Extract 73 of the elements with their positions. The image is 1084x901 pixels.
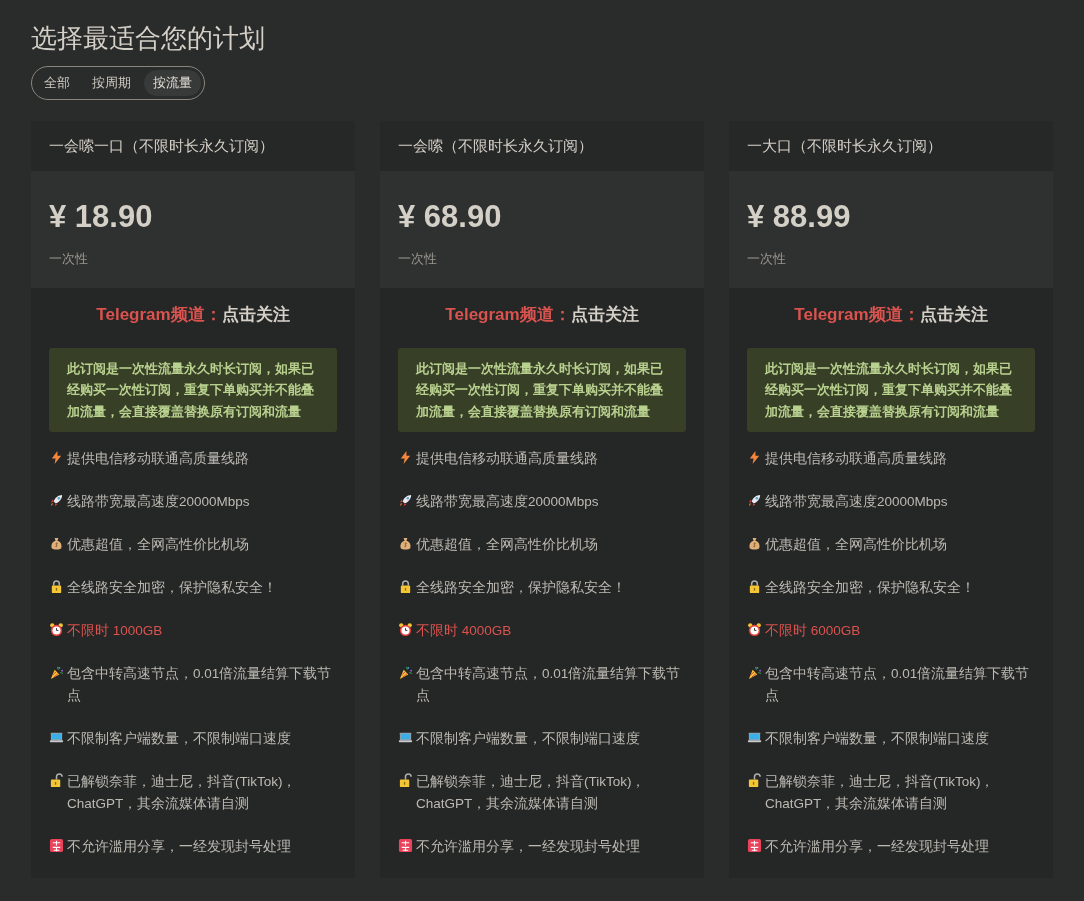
filter-tab[interactable]: 全部 [35, 70, 79, 96]
feature-text: 全线路安全加密，保护隐私安全！ [416, 579, 626, 597]
plan-name: 一会嗦（不限时长永久订阅） [398, 135, 593, 156]
feature-text: 全线路安全加密，保护隐私安全！ [67, 579, 277, 597]
page-title: 选择最适合您的计划 [31, 22, 266, 55]
plan-name: 一会嗦一口（不限时长永久订阅） [49, 135, 274, 156]
alarm-clock-icon [747, 622, 762, 637]
feature-text: 线路带宽最高速度20000Mbps [416, 493, 599, 511]
feature-text: 不限时 1000GB [67, 622, 163, 640]
party-popper-icon [747, 665, 762, 680]
feature-text: 不允许滥用分享，一经发现封号处理 [765, 838, 989, 856]
lock-icon [747, 579, 762, 594]
feature-text: 不限制客户端数量，不限制端口速度 [765, 730, 989, 748]
notice-box: 此订阅是一次性流量永久时长订阅，如果已经购买一次性订阅，重复下单购买并不能叠加流量，会直接覆盖替换原有订阅和流量 [398, 347, 686, 432]
rocket-icon [747, 493, 762, 508]
alarm-clock-icon [49, 622, 64, 637]
feature-text: 全线路安全加密，保护隐私安全！ [765, 579, 975, 597]
feature-text: 已解锁奈菲，迪士尼，抖音(TikTok)，ChatGPT，其余流媒体请自测 [765, 773, 996, 813]
lock-icon [49, 579, 64, 594]
channel-label: Telegram频道： [96, 304, 222, 326]
unlocked-lock-icon [747, 773, 762, 788]
prohibited-sign-icon [49, 838, 64, 853]
laptop-icon [49, 730, 64, 745]
channel-label: Telegram频道： [794, 304, 920, 326]
feature-text: 已解锁奈菲，迪士尼，抖音(TikTok)，ChatGPT，其余流媒体请自测 [416, 773, 647, 813]
filter-tab[interactable]: 按周期 [83, 70, 140, 96]
feature-text: 提供电信移动联通高质量线路 [416, 450, 598, 468]
notice-box: 此订阅是一次性流量永久时长订阅，如果已经购买一次性订阅，重复下单购买并不能叠加流量，会直接覆盖替换原有订阅和流量 [49, 347, 337, 432]
unlocked-lock-icon [49, 773, 64, 788]
feature-text: 提供电信移动联通高质量线路 [67, 450, 249, 468]
follow-link[interactable]: 点击关注 [221, 302, 290, 328]
feature-text: 不允许滥用分享，一经发现封号处理 [67, 838, 291, 856]
plan-period: 一次性 [398, 250, 438, 268]
feature-text: 优惠超值，全网高性价比机场 [765, 536, 947, 554]
money-bag-icon [49, 536, 64, 551]
plan-period: 一次性 [747, 250, 787, 268]
prohibited-sign-icon [398, 838, 413, 853]
plan-price: ¥ 18.90 [49, 198, 154, 236]
feature-text: 不允许滥用分享，一经发现封号处理 [416, 838, 640, 856]
feature-text: 线路带宽最高速度20000Mbps [765, 493, 948, 511]
feature-text: 包含中转高速节点，0.01倍流量结算下载节点 [765, 665, 1031, 705]
lock-icon [398, 579, 413, 594]
plan-price: ¥ 68.90 [398, 198, 503, 236]
feature-text: 优惠超值，全网高性价比机场 [67, 536, 249, 554]
follow-link[interactable]: 点击关注 [570, 302, 639, 328]
feature-text: 不限时 4000GB [416, 622, 512, 640]
plan-name: 一大口（不限时长永久订阅） [747, 135, 942, 156]
prohibited-sign-icon [747, 838, 762, 853]
feature-text: 包含中转高速节点，0.01倍流量结算下载节点 [416, 665, 682, 705]
money-bag-icon [398, 536, 413, 551]
laptop-icon [747, 730, 762, 745]
feature-text: 线路带宽最高速度20000Mbps [67, 493, 250, 511]
feature-text: 包含中转高速节点，0.01倍流量结算下载节点 [67, 665, 333, 705]
rocket-icon [49, 493, 64, 508]
alarm-clock-icon [398, 622, 413, 637]
feature-text: 不限制客户端数量，不限制端口速度 [67, 730, 291, 748]
rocket-icon [398, 493, 413, 508]
laptop-icon [398, 730, 413, 745]
feature-text: 提供电信移动联通高质量线路 [765, 450, 947, 468]
notice-box: 此订阅是一次性流量永久时长订阅，如果已经购买一次性订阅，重复下单购买并不能叠加流量，会直接覆盖替换原有订阅和流量 [747, 347, 1035, 432]
feature-text: 不限制客户端数量，不限制端口速度 [416, 730, 640, 748]
money-bag-icon [747, 536, 762, 551]
filter-tab[interactable]: 按流量 [144, 70, 201, 96]
plan-price: ¥ 88.99 [747, 198, 852, 236]
feature-text: 不限时 6000GB [765, 622, 861, 640]
plan-period: 一次性 [49, 250, 89, 268]
follow-link[interactable]: 点击关注 [919, 302, 988, 328]
party-popper-icon [49, 665, 64, 680]
channel-label: Telegram频道： [445, 304, 571, 326]
feature-text: 已解锁奈菲，迪士尼，抖音(TikTok)，ChatGPT，其余流媒体请自测 [67, 773, 298, 813]
party-popper-icon [398, 665, 413, 680]
feature-text: 优惠超值，全网高性价比机场 [416, 536, 598, 554]
unlocked-lock-icon [398, 773, 413, 788]
